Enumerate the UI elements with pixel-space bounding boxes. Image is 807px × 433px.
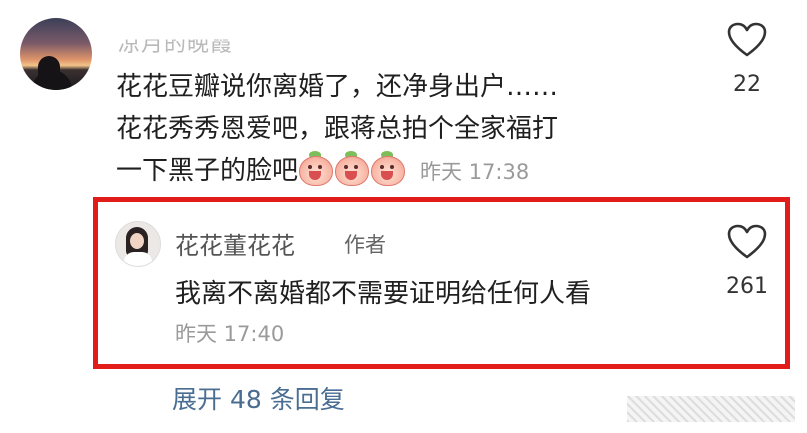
comment-line: 花花豆瓣说你离婚了，还净身出户…… — [116, 72, 559, 102]
author-avatar[interactable] — [115, 221, 161, 267]
peach-emoji-icon — [370, 151, 406, 186]
comment-body: 花花豆瓣说你离婚了，还净身出户…… 花花秀秀恩爱吧，跟蒋总拍个全家福打 一下黑子… — [116, 66, 716, 193]
heart-outline-icon — [727, 22, 767, 57]
reply-timestamp: 昨天 17:40 — [175, 322, 285, 346]
watermark — [627, 396, 795, 422]
comment-line: 一下黑子的脸吧 — [116, 156, 299, 186]
peach-emoji-group — [298, 151, 406, 186]
commenter-username[interactable]: 凉月的晚霞 — [118, 39, 233, 58]
reply-like-button[interactable] — [727, 224, 767, 260]
peach-emoji-icon — [298, 151, 334, 186]
author-badge: 作者 — [344, 233, 386, 257]
comment-timestamp: 昨天 17:38 — [420, 160, 530, 184]
author-username[interactable]: 花花董花花 — [175, 226, 295, 261]
commenter-avatar[interactable] — [20, 18, 92, 90]
peach-emoji-icon — [334, 151, 370, 186]
heart-outline-icon — [727, 224, 767, 259]
like-count: 22 — [733, 72, 761, 97]
like-button[interactable] — [727, 22, 767, 58]
reply-like-count: 261 — [726, 274, 768, 299]
comment-line-last: 一下黑子的脸吧 昨天 17:38 — [116, 150, 716, 193]
expand-replies-link[interactable]: 展开 48 条回复 — [172, 380, 345, 416]
reply-body: 我离不离婚都不需要证明给任何人看 — [175, 279, 592, 309]
comment-line: 花花秀秀恩爱吧，跟蒋总拍个全家福打 — [116, 114, 559, 144]
